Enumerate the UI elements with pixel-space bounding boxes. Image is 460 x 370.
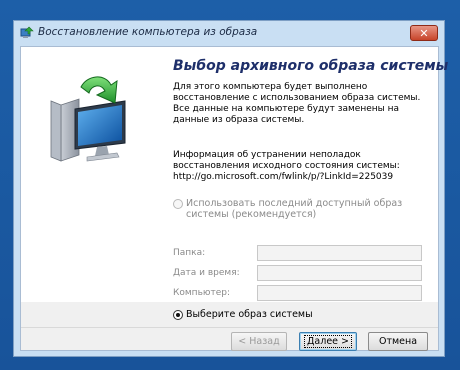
computer-label: Компьютер: — [173, 288, 230, 298]
choose-image-label[interactable]: Выберите образ системы — [186, 309, 313, 320]
window-title: Восстановление компьютера из образа — [38, 26, 258, 38]
datetime-label: Дата и время: — [173, 268, 240, 278]
next-button-label: Далее > — [304, 335, 352, 348]
back-button[interactable]: < Назад — [231, 332, 287, 351]
computer-restore-arrow-icon — [50, 76, 126, 162]
close-button[interactable]: ✕ — [410, 25, 438, 41]
page-title: Выбор архивного образа системы — [173, 58, 449, 74]
content-panel: Выбор архивного образа системы Для этого… — [163, 47, 448, 302]
wizard-client-area: Выбор архивного образа системы Для этого… — [20, 46, 448, 351]
title-bar[interactable]: Восстановление компьютера из образа ✕ — [14, 21, 444, 45]
use-latest-image-label: Использовать последний доступный образ с… — [186, 198, 403, 220]
folder-field — [257, 245, 422, 261]
datetime-field — [257, 265, 422, 281]
illustration-panel — [21, 47, 163, 302]
description-text: Для этого компьютера будет выполнено вос… — [173, 82, 421, 125]
choose-image-radio[interactable] — [173, 310, 183, 320]
help-text: Информация об устранении неполадок восст… — [173, 150, 400, 171]
wizard-window: Восстановление компьютера из образа ✕ Вы… — [13, 20, 448, 357]
folder-label: Папка: — [173, 248, 206, 258]
cancel-button[interactable]: Отмена — [368, 332, 428, 351]
computer-field — [257, 285, 422, 301]
footer-separator — [21, 327, 438, 328]
help-section: Информация об устранении неполадок восст… — [173, 150, 425, 183]
use-latest-image-radio — [173, 199, 183, 209]
help-link[interactable]: http://go.microsoft.com/fwlink/p/?LinkId… — [173, 172, 425, 183]
restore-icon — [20, 26, 34, 38]
next-button[interactable]: Далее > — [299, 332, 357, 351]
